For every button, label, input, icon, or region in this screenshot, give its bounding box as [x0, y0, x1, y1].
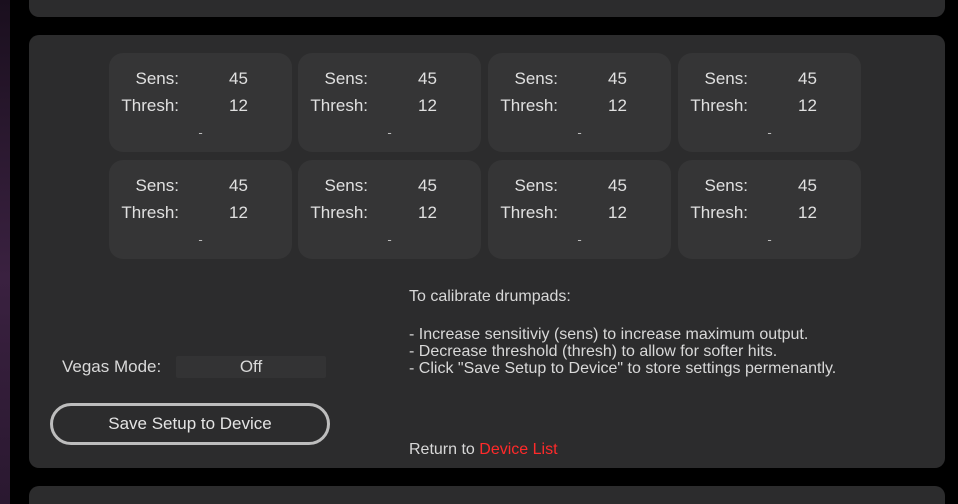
sens-label: Sens: [324, 176, 368, 195]
thresh-label: Thresh: [500, 203, 558, 222]
drumpad-1[interactable]: Sens: 45 Thresh: 12 - [109, 53, 292, 152]
top-panel [29, 0, 945, 17]
sens-value[interactable]: 45 [229, 176, 248, 196]
thresh-value[interactable]: 12 [798, 96, 817, 116]
thresh-label: Thresh: [310, 96, 368, 115]
vegas-mode-toggle[interactable]: Off [176, 356, 326, 378]
drumpad-6[interactable]: Sens: 45 Thresh: 12 - [298, 160, 481, 259]
sens-label: Sens: [324, 69, 368, 88]
device-list-link[interactable]: Device List [479, 441, 557, 458]
drumpad-4[interactable]: Sens: 45 Thresh: 12 - [678, 53, 861, 152]
thresh-value[interactable]: 12 [608, 96, 627, 116]
sens-label: Sens: [514, 69, 558, 88]
sens-label: Sens: [135, 69, 179, 88]
sens-label: Sens: [704, 69, 748, 88]
thresh-value[interactable]: 12 [798, 203, 817, 223]
app-window: Sens: 45 Thresh: 12 - Sens: 45 Thresh: 1… [0, 0, 958, 504]
pad-status: - [198, 125, 203, 140]
calibration-heading: To calibrate drumpads: [409, 288, 571, 305]
sens-value[interactable]: 45 [798, 69, 817, 89]
sens-value[interactable]: 45 [608, 69, 627, 89]
sens-label: Sens: [704, 176, 748, 195]
thresh-label: Thresh: [690, 96, 748, 115]
pad-status: - [767, 125, 772, 140]
sens-label: Sens: [514, 176, 558, 195]
return-navigation: Return to Device List [409, 441, 558, 459]
thresh-value[interactable]: 12 [418, 203, 437, 223]
thresh-value[interactable]: 12 [608, 203, 627, 223]
sens-value[interactable]: 45 [798, 176, 817, 196]
calibration-instruction: - Decrease threshold (thresh) to allow f… [409, 343, 778, 360]
vegas-mode-label: Vegas Mode: [62, 357, 162, 376]
thresh-value[interactable]: 12 [418, 96, 437, 116]
pad-status: - [198, 232, 203, 247]
drumpad-7[interactable]: Sens: 45 Thresh: 12 - [488, 160, 671, 259]
pad-status: - [577, 232, 582, 247]
sens-label: Sens: [135, 176, 179, 195]
pad-status: - [387, 232, 392, 247]
sens-value[interactable]: 45 [418, 69, 437, 89]
save-setup-button[interactable]: Save Setup to Device [50, 403, 330, 445]
pad-status: - [767, 232, 772, 247]
pad-status: - [577, 125, 582, 140]
pad-status: - [387, 125, 392, 140]
thresh-label: Thresh: [310, 203, 368, 222]
drumpad-3[interactable]: Sens: 45 Thresh: 12 - [488, 53, 671, 152]
calibration-instruction: - Increase sensitiviy (sens) to increase… [409, 326, 809, 343]
calibration-instruction: - Click "Save Setup to Device" to store … [409, 360, 837, 377]
thresh-value[interactable]: 12 [229, 96, 248, 116]
thresh-value[interactable]: 12 [229, 203, 248, 223]
drumpad-2[interactable]: Sens: 45 Thresh: 12 - [298, 53, 481, 152]
thresh-label: Thresh: [500, 96, 558, 115]
thresh-label: Thresh: [121, 96, 179, 115]
sens-value[interactable]: 45 [608, 176, 627, 196]
thresh-label: Thresh: [121, 203, 179, 222]
thresh-label: Thresh: [690, 203, 748, 222]
window-edge [0, 0, 10, 504]
drumpad-5[interactable]: Sens: 45 Thresh: 12 - [109, 160, 292, 259]
bottom-panel [29, 486, 945, 504]
drumpad-8[interactable]: Sens: 45 Thresh: 12 - [678, 160, 861, 259]
sens-value[interactable]: 45 [229, 69, 248, 89]
sens-value[interactable]: 45 [418, 176, 437, 196]
return-prefix: Return to [409, 441, 480, 458]
